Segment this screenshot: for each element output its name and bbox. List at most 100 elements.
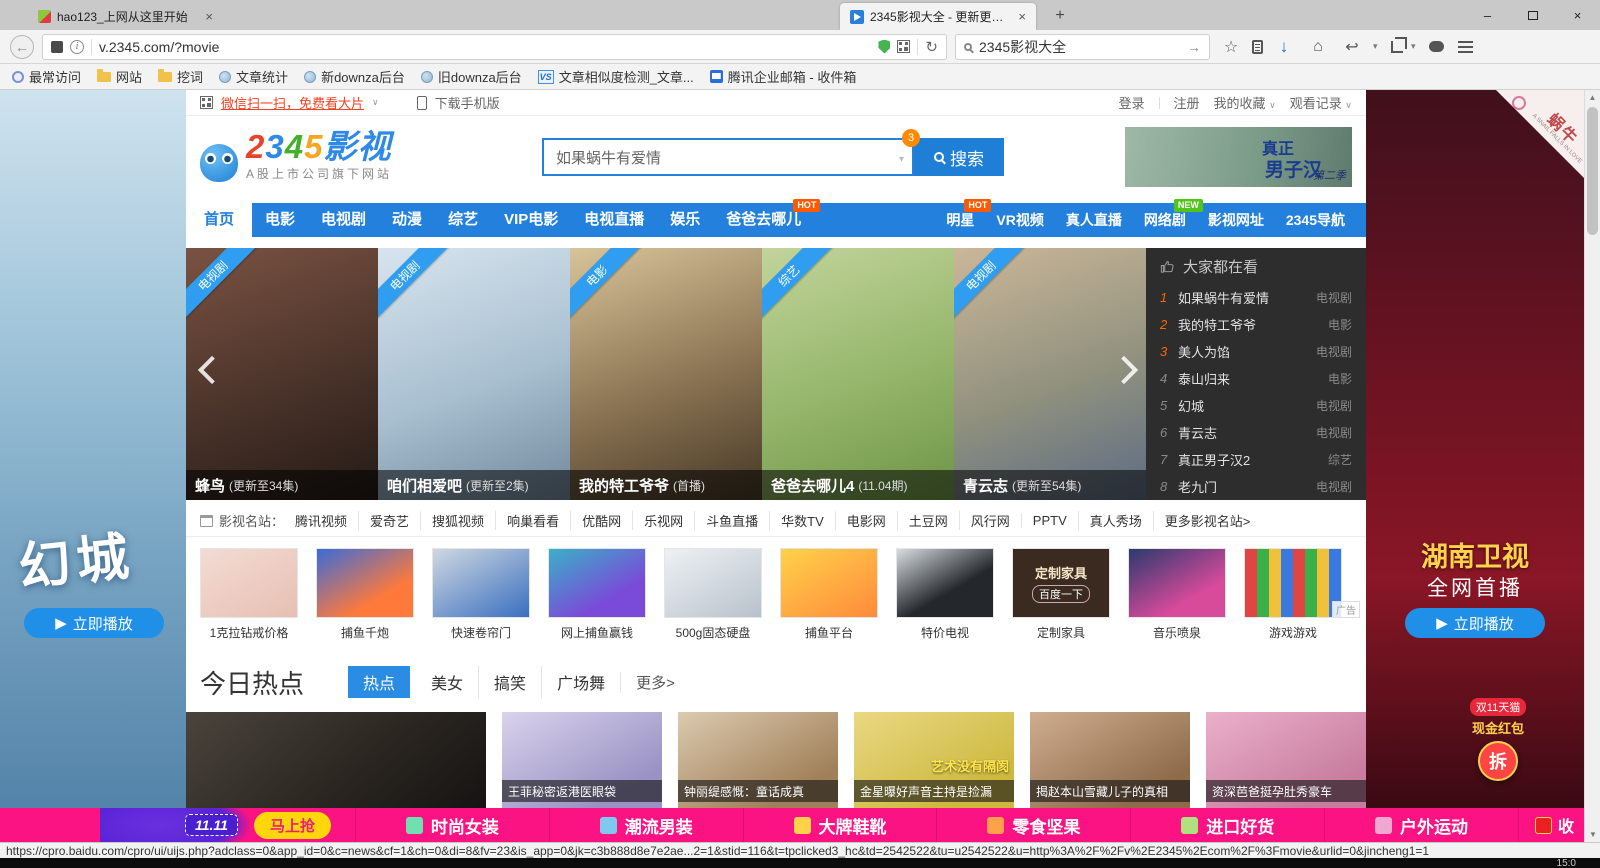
browser-search-value[interactable]: 2345影视大全	[979, 37, 1180, 57]
ad-item[interactable]: 网上捕鱼赢钱	[548, 548, 646, 648]
packet-open-button[interactable]: 拆	[1478, 741, 1518, 781]
hot-list-item[interactable]: 5幻城电视剧	[1146, 392, 1366, 419]
bookmark-item[interactable]: 挖词	[158, 67, 203, 86]
search-button[interactable]: 搜索	[914, 138, 1004, 176]
nav-vr[interactable]: VR视频	[985, 203, 1054, 237]
nav-dad-where[interactable]: 爸爸去哪儿HOT	[713, 203, 814, 237]
tab-square-dance[interactable]: 广场舞	[541, 666, 620, 698]
hot-list-item[interactable]: 6青云志电视剧	[1146, 419, 1366, 446]
new-tab-button[interactable]: +	[1048, 4, 1072, 28]
wechat-scan-link[interactable]: 微信扫一扫，免费看大片	[221, 93, 364, 112]
watch-history-link[interactable]: 观看记录 ∨	[1290, 93, 1352, 112]
promo-cat-women[interactable]: 时尚女装	[355, 808, 549, 842]
promo-cat-imports[interactable]: 进口好货	[1130, 808, 1324, 842]
left-ad-play-button[interactable]: ▶ 立即播放	[24, 608, 164, 638]
address-bar[interactable]: i v.2345.com/?movie ↻	[42, 34, 947, 60]
download-app-link[interactable]: 下载手机版	[435, 93, 500, 112]
site-link[interactable]: 腾讯视频	[284, 511, 358, 530]
scroll-up-icon[interactable]: ▲	[1585, 90, 1600, 105]
nav-live-tv[interactable]: 电视直播	[571, 203, 657, 237]
carousel-slide[interactable]: 电影 我的特工爷爷(首播)	[570, 248, 762, 500]
right-skin-ad[interactable]: 湖南卫视 全网首播 ▶ 立即播放 双11天猫 现金红包 拆	[1366, 90, 1584, 842]
chevron-down-icon[interactable]: ▾	[1373, 41, 1383, 52]
maximize-button[interactable]	[1510, 0, 1555, 30]
grab-now-button[interactable]: 马上抢	[254, 812, 331, 839]
header-banner-ad[interactable]: 真正 男子汉 第二季	[1125, 127, 1352, 187]
qr-code-icon[interactable]	[897, 40, 910, 53]
site-link[interactable]: 真人秀场	[1078, 511, 1153, 530]
site-link[interactable]: 响巢看看	[495, 511, 570, 530]
promo-cat-outdoor[interactable]: 户外运动	[1324, 808, 1518, 842]
promo-cat-snacks[interactable]: 零食坚果	[936, 808, 1130, 842]
tab-hao123[interactable]: hao123_上网从这里开始 ×	[28, 3, 223, 30]
ad-item[interactable]: 1克拉钻戒价格	[200, 548, 298, 648]
tab-close-icon[interactable]: ×	[205, 9, 213, 24]
ad-item[interactable]: 游戏游戏	[1244, 548, 1342, 648]
register-link[interactable]: 注册	[1174, 93, 1200, 112]
bookmark-item[interactable]: 旧downza后台	[421, 67, 522, 86]
back-button[interactable]: ←	[10, 35, 34, 59]
nav-2345-portal[interactable]: 2345导航	[1275, 203, 1356, 237]
tmall-promo-bar[interactable]: 11.11 马上抢 时尚女装 潮流男装 大牌鞋靴 零食坚果 进口好货 户外运动 …	[0, 808, 1600, 842]
ad-item[interactable]: 500g固态硬盘	[664, 548, 762, 648]
site-link[interactable]: 爱奇艺	[358, 511, 420, 530]
hot-list-item[interactable]: 1如果蜗牛有爱情电视剧	[1146, 284, 1366, 311]
nav-stars[interactable]: 明星HOT	[935, 203, 985, 237]
site-link[interactable]: PPTV	[1021, 513, 1078, 528]
site-link[interactable]: 斗鱼直播	[694, 511, 769, 530]
site-logo[interactable]: 2345影视 A股上市公司旗下网站	[200, 132, 392, 182]
ad-item[interactable]: 捕鱼千炮	[316, 548, 414, 648]
bookmark-item[interactable]: 腾讯企业邮箱 - 收件箱	[710, 67, 857, 86]
hot-list-item[interactable]: 7真正男子汉2综艺	[1146, 446, 1366, 473]
promo-cat-shoes[interactable]: 大牌鞋靴	[743, 808, 937, 842]
reload-icon[interactable]: ↻	[925, 38, 938, 56]
tab-hot[interactable]: 热点	[348, 666, 410, 698]
nav-live-show[interactable]: 真人直播	[1055, 203, 1133, 237]
nav-variety[interactable]: 综艺	[435, 203, 491, 237]
chevron-down-icon[interactable]: ▾	[1411, 41, 1421, 52]
menu-icon[interactable]	[1458, 46, 1473, 48]
page-scrollbar[interactable]: ▲ ▼	[1584, 90, 1600, 842]
ad-item[interactable]: 快速卷帘门	[432, 548, 530, 648]
bookmark-item[interactable]: 文章统计	[219, 67, 288, 86]
go-arrow-icon[interactable]: →	[1187, 39, 1201, 55]
shield-icon[interactable]	[878, 40, 890, 54]
close-button[interactable]: ×	[1555, 0, 1600, 30]
downloads-icon[interactable]: ↓	[1271, 37, 1297, 57]
favorites-link[interactable]: 我的收藏 ∨	[1214, 93, 1276, 112]
tab-close-icon[interactable]: ×	[1018, 9, 1026, 24]
hot-list-item[interactable]: 8老九门电视剧	[1146, 473, 1366, 500]
tab-2345-movie[interactable]: 2345影视大全 - 更新更全... ×	[840, 3, 1036, 30]
site-link[interactable]: 风行网	[959, 511, 1021, 530]
site-link[interactable]: 优酷网	[570, 511, 632, 530]
bookmark-item[interactable]: 网站	[97, 67, 142, 86]
nav-entertainment[interactable]: 娱乐	[657, 203, 713, 237]
promo-cat-men[interactable]: 潮流男装	[549, 808, 743, 842]
scrollbar-thumb[interactable]	[1587, 107, 1598, 235]
site-link[interactable]: 华数TV	[769, 511, 835, 530]
hot-list-item[interactable]: 2我的特工爷爷电影	[1146, 311, 1366, 338]
nav-vip-movies[interactable]: VIP电影	[491, 203, 571, 237]
left-skin-ad[interactable]: 幻城 ▶ 立即播放	[0, 90, 186, 842]
bookmark-item[interactable]: 最常访问	[12, 67, 81, 86]
nav-web-drama[interactable]: 网络剧NEW	[1133, 203, 1197, 237]
nav-home[interactable]: 首页	[186, 203, 252, 237]
screenshot-icon[interactable]	[1391, 41, 1403, 53]
library-icon[interactable]	[1252, 40, 1263, 54]
hot-list-item[interactable]: 3美人为馅电视剧	[1146, 338, 1366, 365]
carousel-slide[interactable]: 综艺 爸爸去哪儿4(11.04期)	[762, 248, 954, 500]
bookmark-star-icon[interactable]: ☆	[1218, 37, 1244, 57]
ad-item[interactable]: 音乐喷泉	[1128, 548, 1226, 648]
nav-movies[interactable]: 电影	[252, 203, 308, 237]
nav-tv[interactable]: 电视剧	[308, 203, 379, 237]
nav-anime[interactable]: 动漫	[379, 203, 435, 237]
ad-item[interactable]: 捕鱼平台	[780, 548, 878, 648]
info-icon[interactable]: i	[70, 40, 84, 54]
carousel-slide[interactable]: 电视剧 咱们相爱吧(更新至2集)	[378, 248, 570, 500]
search-dropdown-icon[interactable]: ▾	[899, 154, 904, 165]
site-link[interactable]: 乐视网	[632, 511, 694, 530]
ad-item[interactable]: 定制家具百度一下定制家具	[1012, 548, 1110, 648]
hot-list-item[interactable]: 4泰山归来电影	[1146, 365, 1366, 392]
search-input[interactable]: 如果蜗牛有爱情	[542, 138, 914, 176]
more-link[interactable]: 更多>	[620, 672, 675, 693]
